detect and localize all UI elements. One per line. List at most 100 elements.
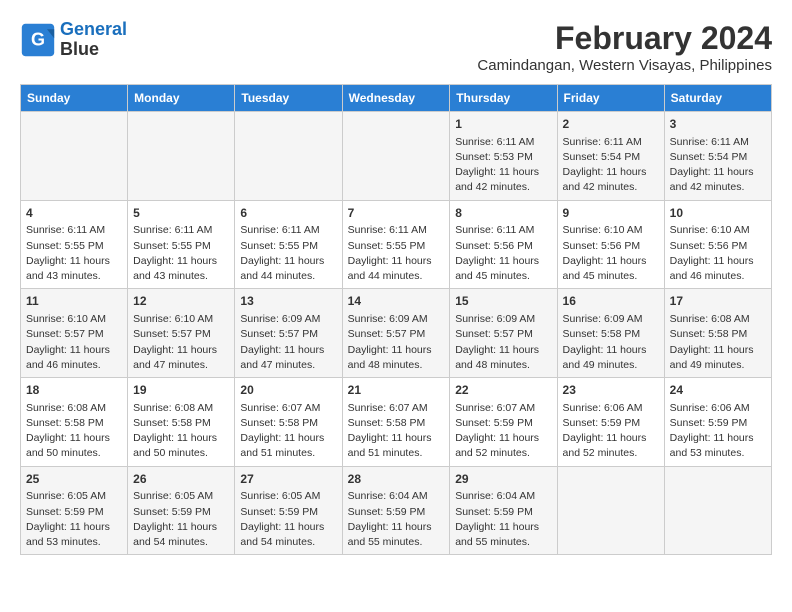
day-number: 20 xyxy=(240,382,336,399)
calendar-cell: 1 Sunrise: 6:11 AM Sunset: 5:53 PM Daylig… xyxy=(450,112,557,201)
day-number: 4 xyxy=(26,205,122,222)
calendar-cell xyxy=(235,112,342,201)
calendar-cell: 9Sunrise: 6:10 AM Sunset: 5:56 PM Daylig… xyxy=(557,200,664,289)
day-number: 17 xyxy=(670,293,766,310)
day-number: 22 xyxy=(455,382,551,399)
day-number: 24 xyxy=(670,382,766,399)
calendar-cell: 24 Sunrise: 6:06 AM Sunset: 5:59 PM Dayli… xyxy=(664,378,771,467)
calendar-cell: 19 Sunrise: 6:08 AM Sunset: 5:58 PM Dayli… xyxy=(128,378,235,467)
page-header: G General Blue February 2024 Camindangan… xyxy=(20,20,772,74)
svg-text:G: G xyxy=(31,29,45,49)
day-info: Sunrise: 6:06 AM Sunset: 5:59 PM Dayligh… xyxy=(670,401,766,462)
day-info: Sunrise: 6:07 AM Sunset: 5:59 PM Dayligh… xyxy=(455,401,551,462)
header-sunday: Sunday xyxy=(21,85,128,112)
day-number: 18 xyxy=(26,382,122,399)
day-number: 27 xyxy=(240,471,336,488)
day-number: 14 xyxy=(348,293,445,310)
day-info: Sunrise: 6:10 AM Sunset: 5:56 PM Dayligh… xyxy=(563,223,659,284)
header-wednesday: Wednesday xyxy=(342,85,450,112)
calendar-week-3: 11 Sunrise: 6:10 AM Sunset: 5:57 PM Dayli… xyxy=(21,289,772,378)
day-info: Sunrise: 6:09 AM Sunset: 5:58 PM Dayligh… xyxy=(563,312,659,373)
calendar-cell: 18 Sunrise: 6:08 AM Sunset: 5:58 PM Dayli… xyxy=(21,378,128,467)
day-number: 11 xyxy=(26,293,122,310)
day-info: Sunrise: 6:05 AM Sunset: 5:59 PM Dayligh… xyxy=(133,489,229,550)
day-number: 29 xyxy=(455,471,551,488)
calendar-cell: 23 Sunrise: 6:06 AM Sunset: 5:59 PM Dayli… xyxy=(557,378,664,467)
calendar-week-2: 4Sunrise: 6:11 AM Sunset: 5:55 PM Daylig… xyxy=(21,200,772,289)
day-info: Sunrise: 6:08 AM Sunset: 5:58 PM Dayligh… xyxy=(133,401,229,462)
calendar-cell xyxy=(128,112,235,201)
day-number: 23 xyxy=(563,382,659,399)
calendar-cell xyxy=(342,112,450,201)
calendar-week-1: 1 Sunrise: 6:11 AM Sunset: 5:53 PM Daylig… xyxy=(21,112,772,201)
day-info: Sunrise: 6:09 AM Sunset: 5:57 PM Dayligh… xyxy=(455,312,551,373)
calendar-header-row: SundayMondayTuesdayWednesdayThursdayFrid… xyxy=(21,85,772,112)
calendar-cell: 27Sunrise: 6:05 AM Sunset: 5:59 PM Dayli… xyxy=(235,466,342,555)
day-info: Sunrise: 6:07 AM Sunset: 5:58 PM Dayligh… xyxy=(348,401,445,462)
day-number: 9 xyxy=(563,205,659,222)
day-number: 8 xyxy=(455,205,551,222)
day-info: Sunrise: 6:06 AM Sunset: 5:59 PM Dayligh… xyxy=(563,401,659,462)
day-info: Sunrise: 6:04 AM Sunset: 5:59 PM Dayligh… xyxy=(455,489,551,550)
day-info: Sunrise: 6:11 AM Sunset: 5:55 PM Dayligh… xyxy=(133,223,229,284)
header-monday: Monday xyxy=(128,85,235,112)
day-number: 6 xyxy=(240,205,336,222)
calendar-cell: 8Sunrise: 6:11 AM Sunset: 5:56 PM Daylig… xyxy=(450,200,557,289)
calendar-cell: 6Sunrise: 6:11 AM Sunset: 5:55 PM Daylig… xyxy=(235,200,342,289)
header-tuesday: Tuesday xyxy=(235,85,342,112)
day-info: Sunrise: 6:11 AM Sunset: 5:55 PM Dayligh… xyxy=(348,223,445,284)
day-number: 13 xyxy=(240,293,336,310)
calendar-cell: 29Sunrise: 6:04 AM Sunset: 5:59 PM Dayli… xyxy=(450,466,557,555)
title-block: February 2024 Camindangan, Western Visay… xyxy=(477,20,772,74)
calendar-cell: 22 Sunrise: 6:07 AM Sunset: 5:59 PM Dayli… xyxy=(450,378,557,467)
calendar-cell: 5Sunrise: 6:11 AM Sunset: 5:55 PM Daylig… xyxy=(128,200,235,289)
day-info: Sunrise: 6:10 AM Sunset: 5:56 PM Dayligh… xyxy=(670,223,766,284)
day-number: 16 xyxy=(563,293,659,310)
calendar-cell: 21 Sunrise: 6:07 AM Sunset: 5:58 PM Dayli… xyxy=(342,378,450,467)
day-info: Sunrise: 6:05 AM Sunset: 5:59 PM Dayligh… xyxy=(26,489,122,550)
header-thursday: Thursday xyxy=(450,85,557,112)
calendar-cell: 16 Sunrise: 6:09 AM Sunset: 5:58 PM Dayli… xyxy=(557,289,664,378)
logo-text: General Blue xyxy=(60,20,127,60)
calendar-cell: 15Sunrise: 6:09 AM Sunset: 5:57 PM Dayli… xyxy=(450,289,557,378)
calendar-week-5: 25Sunrise: 6:05 AM Sunset: 5:59 PM Dayli… xyxy=(21,466,772,555)
day-info: Sunrise: 6:11 AM Sunset: 5:54 PM Dayligh… xyxy=(563,135,659,196)
day-number: 5 xyxy=(133,205,229,222)
day-number: 26 xyxy=(133,471,229,488)
day-info: Sunrise: 6:10 AM Sunset: 5:57 PM Dayligh… xyxy=(133,312,229,373)
day-info: Sunrise: 6:09 AM Sunset: 5:57 PM Dayligh… xyxy=(240,312,336,373)
day-info: Sunrise: 6:09 AM Sunset: 5:57 PM Dayligh… xyxy=(348,312,445,373)
day-number: 3 xyxy=(670,116,766,133)
day-number: 28 xyxy=(348,471,445,488)
calendar-cell: 28Sunrise: 6:04 AM Sunset: 5:59 PM Dayli… xyxy=(342,466,450,555)
calendar-cell xyxy=(557,466,664,555)
day-info: Sunrise: 6:11 AM Sunset: 5:54 PM Dayligh… xyxy=(670,135,766,196)
logo: G General Blue xyxy=(20,20,127,60)
calendar-cell: 26Sunrise: 6:05 AM Sunset: 5:59 PM Dayli… xyxy=(128,466,235,555)
day-info: Sunrise: 6:11 AM Sunset: 5:56 PM Dayligh… xyxy=(455,223,551,284)
location: Camindangan, Western Visayas, Philippine… xyxy=(477,57,772,74)
day-number: 21 xyxy=(348,382,445,399)
day-info: Sunrise: 6:04 AM Sunset: 5:59 PM Dayligh… xyxy=(348,489,445,550)
day-info: Sunrise: 6:11 AM Sunset: 5:55 PM Dayligh… xyxy=(26,223,122,284)
logo-icon: G xyxy=(20,22,56,58)
calendar-cell: 4Sunrise: 6:11 AM Sunset: 5:55 PM Daylig… xyxy=(21,200,128,289)
month-year: February 2024 xyxy=(477,20,772,57)
calendar-cell xyxy=(664,466,771,555)
calendar-cell: 2Sunrise: 6:11 AM Sunset: 5:54 PM Daylig… xyxy=(557,112,664,201)
header-saturday: Saturday xyxy=(664,85,771,112)
day-info: Sunrise: 6:08 AM Sunset: 5:58 PM Dayligh… xyxy=(26,401,122,462)
calendar-cell: 17 Sunrise: 6:08 AM Sunset: 5:58 PM Dayli… xyxy=(664,289,771,378)
calendar-cell: 10Sunrise: 6:10 AM Sunset: 5:56 PM Dayli… xyxy=(664,200,771,289)
header-friday: Friday xyxy=(557,85,664,112)
day-info: Sunrise: 6:11 AM Sunset: 5:55 PM Dayligh… xyxy=(240,223,336,284)
calendar-cell: 25Sunrise: 6:05 AM Sunset: 5:59 PM Dayli… xyxy=(21,466,128,555)
day-info: Sunrise: 6:11 AM Sunset: 5:53 PM Dayligh… xyxy=(455,135,551,196)
calendar-cell: 11 Sunrise: 6:10 AM Sunset: 5:57 PM Dayli… xyxy=(21,289,128,378)
day-info: Sunrise: 6:08 AM Sunset: 5:58 PM Dayligh… xyxy=(670,312,766,373)
calendar-cell: 13 Sunrise: 6:09 AM Sunset: 5:57 PM Dayli… xyxy=(235,289,342,378)
day-info: Sunrise: 6:10 AM Sunset: 5:57 PM Dayligh… xyxy=(26,312,122,373)
day-number: 19 xyxy=(133,382,229,399)
day-info: Sunrise: 6:05 AM Sunset: 5:59 PM Dayligh… xyxy=(240,489,336,550)
day-number: 1 xyxy=(455,116,551,133)
